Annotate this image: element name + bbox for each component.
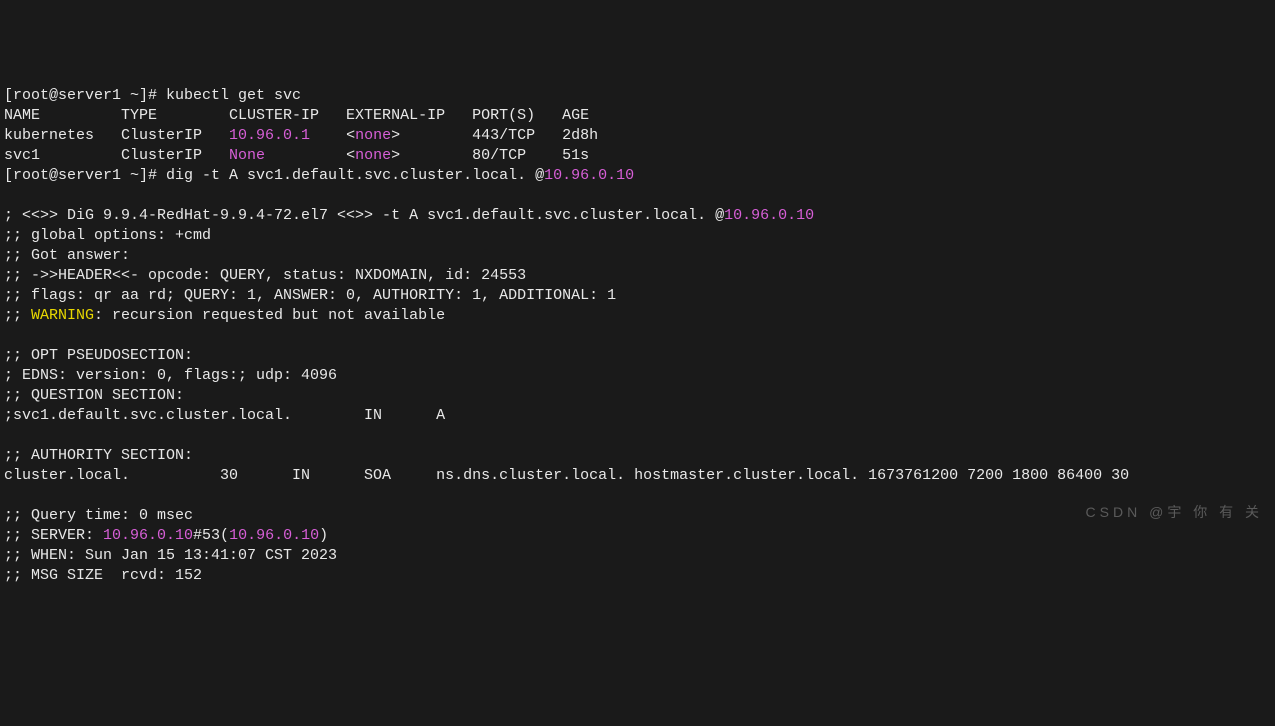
dig-question: ;svc1.default.svc.cluster.local. IN A [4, 407, 445, 424]
none-value: none [355, 147, 391, 164]
ip-address: 10.96.0.10 [544, 167, 634, 184]
shell-prompt: [root@server1 ~]# [4, 167, 166, 184]
dig-section-header: ;; QUESTION SECTION: [4, 387, 184, 404]
cluster-ip: 10.96.0.1 [229, 127, 310, 144]
warning-label: WARNING [31, 307, 94, 324]
dig-output: ) [319, 527, 328, 544]
table-header: NAME TYPE CLUSTER-IP EXTERNAL-IP PORT(S)… [4, 107, 589, 124]
dig-output: ;; WHEN: Sun Jan 15 13:41:07 CST 2023 [4, 547, 337, 564]
table-row: > 80/TCP 51s [391, 147, 589, 164]
table-row: > 443/TCP 2d8h [391, 127, 598, 144]
command-text: dig -t A svc1.default.svc.cluster.local.… [166, 167, 544, 184]
table-row: svc1 ClusterIP [4, 147, 229, 164]
dig-flags: ;; flags: qr aa rd; QUERY: 1, ANSWER: 0,… [4, 287, 616, 304]
dig-output: ;; Got answer: [4, 247, 130, 264]
watermark: CSDN @宇 你 有 关 [1086, 502, 1263, 522]
shell-prompt: [root@server1 ~]# [4, 87, 166, 104]
table-row: < [265, 147, 355, 164]
table-row: kubernetes ClusterIP [4, 127, 229, 144]
dig-header: ;; ->>HEADER<<- opcode: QUERY, status: N… [4, 267, 526, 284]
dig-output: #53( [193, 527, 229, 544]
command-text: kubectl get svc [166, 87, 301, 104]
dig-section-header: ;; AUTHORITY SECTION: [4, 447, 193, 464]
dig-output: ;; global options: +cmd [4, 227, 211, 244]
none-value: None [229, 147, 265, 164]
dig-output: ; EDNS: version: 0, flags:; udp: 4096 [4, 367, 337, 384]
dig-output: ;; SERVER: [4, 527, 103, 544]
ip-address: 10.96.0.10 [103, 527, 193, 544]
dig-banner: ; <<>> DiG 9.9.4-RedHat-9.9.4-72.el7 <<>… [4, 207, 724, 224]
none-value: none [355, 127, 391, 144]
ip-address: 10.96.0.10 [229, 527, 319, 544]
dig-authority: cluster.local. 30 IN SOA ns.dns.cluster.… [4, 467, 1129, 484]
dig-output: : recursion requested but not available [94, 307, 445, 324]
dig-output: ;; [4, 307, 31, 324]
dig-section-header: ;; OPT PSEUDOSECTION: [4, 347, 193, 364]
terminal-output[interactable]: [root@server1 ~]# kubectl get svc NAME T… [4, 86, 1271, 586]
table-row: < [310, 127, 355, 144]
dig-output: ;; MSG SIZE rcvd: 152 [4, 567, 202, 584]
ip-address: 10.96.0.10 [724, 207, 814, 224]
dig-output: ;; Query time: 0 msec [4, 507, 193, 524]
